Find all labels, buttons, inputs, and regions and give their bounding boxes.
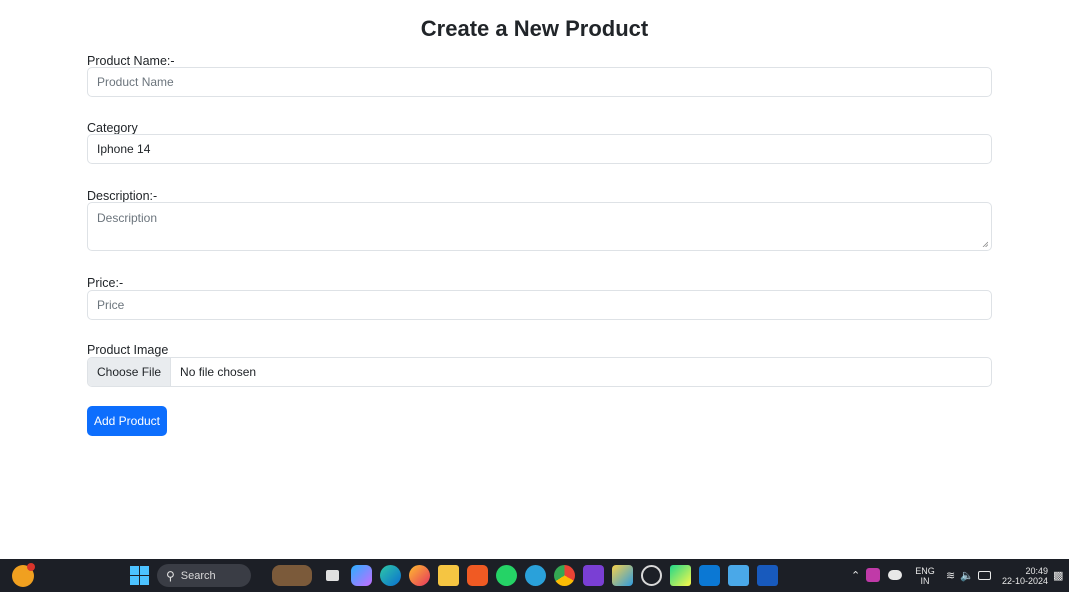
- taskbar: ⚲ Search ⌃ ENG IN ≋ 🔈 20:49 22-10-2024 ▩: [0, 559, 1069, 592]
- language-indicator[interactable]: ENG IN: [913, 566, 937, 586]
- speaker-muted-icon[interactable]: 🔈: [960, 569, 974, 582]
- price-label: Price:-: [87, 276, 124, 290]
- description-wrapper: [87, 202, 992, 251]
- description-label: Description:-: [87, 189, 158, 203]
- taskbar-search-box[interactable]: ⚲ Search: [157, 564, 251, 587]
- circle-app-icon[interactable]: [641, 565, 662, 586]
- chevron-up-icon[interactable]: ⌃: [851, 569, 860, 582]
- notification-bell-icon[interactable]: ▩: [1053, 569, 1063, 582]
- clock-time: 20:49: [1025, 566, 1048, 576]
- file-status-text: No file chosen: [180, 365, 257, 379]
- category-input[interactable]: [87, 134, 992, 164]
- onedrive-icon[interactable]: [888, 570, 902, 580]
- visual-studio-icon[interactable]: [583, 565, 604, 586]
- word-icon[interactable]: [757, 565, 778, 586]
- price-input[interactable]: [87, 290, 992, 320]
- page-title: Create a New Product: [420, 16, 649, 41]
- clock-date: 22-10-2024: [1001, 576, 1048, 586]
- telegram-icon[interactable]: [525, 565, 546, 586]
- task-view-icon[interactable]: [322, 565, 343, 586]
- battery-icon[interactable]: [978, 571, 991, 580]
- product-name-label: Product Name:-: [87, 54, 175, 68]
- search-icon: ⚲: [166, 568, 175, 583]
- game-icon[interactable]: [272, 565, 312, 586]
- product-image-file-input[interactable]: Choose File No file chosen: [87, 357, 992, 387]
- product-name-input[interactable]: [87, 67, 992, 97]
- region-text: IN: [920, 576, 930, 586]
- description-textarea[interactable]: [87, 202, 992, 251]
- category-label: Category: [87, 121, 138, 135]
- pycharm-icon[interactable]: [670, 565, 691, 586]
- notepad-icon[interactable]: [728, 565, 749, 586]
- resize-grip-icon[interactable]: [982, 241, 988, 247]
- language-text: ENG: [915, 566, 935, 576]
- whatsapp-icon[interactable]: [496, 565, 517, 586]
- start-icon[interactable]: [130, 566, 149, 585]
- tray-app-icon[interactable]: [866, 568, 880, 582]
- search-label: Search: [180, 569, 216, 582]
- paint-icon[interactable]: [612, 565, 633, 586]
- vscode-icon[interactable]: [699, 565, 720, 586]
- add-product-button[interactable]: Add Product: [87, 406, 167, 436]
- widgets-icon[interactable]: [12, 563, 35, 587]
- clock[interactable]: 20:49 22-10-2024: [1000, 566, 1048, 586]
- product-image-label: Product Image: [87, 343, 169, 357]
- folder-icon[interactable]: [438, 565, 459, 586]
- edge-icon[interactable]: [380, 565, 401, 586]
- wifi-icon[interactable]: ≋: [946, 569, 955, 582]
- firefox-icon[interactable]: [409, 565, 430, 586]
- brave-icon[interactable]: [467, 565, 488, 586]
- choose-file-button[interactable]: Choose File: [88, 358, 172, 386]
- chrome-icon[interactable]: [554, 565, 575, 586]
- copilot-icon[interactable]: [351, 565, 372, 586]
